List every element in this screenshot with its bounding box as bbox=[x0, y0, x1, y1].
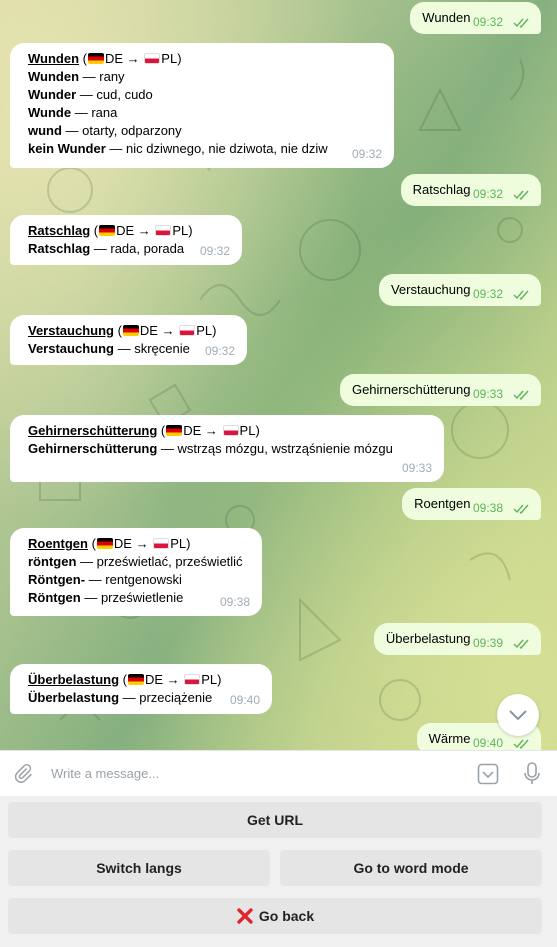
translation-header: Ratschlag (DE → PL) bbox=[28, 223, 193, 238]
translation-line: Wunden — rany bbox=[28, 69, 125, 84]
message-time: 09:32 bbox=[199, 244, 230, 258]
translation-header: Gehirnerschütterung (DE → PL) bbox=[28, 423, 260, 438]
incoming-message[interactable]: Ratschlag (DE → PL) Ratschlag — rada, po… bbox=[10, 215, 242, 265]
outgoing-message[interactable]: Gehirnerschütterung 09:33 bbox=[339, 374, 541, 406]
translation-line: Verstauchung — skręcenie bbox=[28, 341, 190, 356]
message-time: 09:32 bbox=[204, 344, 235, 358]
keyboard-toggle-icon[interactable] bbox=[477, 763, 499, 785]
scroll-to-bottom-button[interactable] bbox=[497, 694, 539, 736]
entry-word[interactable]: Ratschlag bbox=[28, 223, 90, 238]
chevron-down-icon bbox=[509, 710, 527, 721]
red-x-icon bbox=[237, 908, 253, 924]
outgoing-message[interactable]: Roentgen 09:38 bbox=[402, 488, 541, 520]
message-time: 09:38 bbox=[472, 501, 503, 515]
incoming-message[interactable]: Verstauchung (DE → PL) Verstauchung — sk… bbox=[10, 315, 247, 365]
outgoing-message[interactable]: Verstauchung 09:32 bbox=[378, 274, 541, 306]
polish-flag-icon bbox=[155, 225, 172, 236]
entry-word[interactable]: Überbelastung bbox=[28, 672, 119, 687]
translation-line: Wunde — rana bbox=[28, 105, 118, 120]
translation-line: Röntgen — prześwietlenie bbox=[28, 590, 184, 605]
german-flag-icon bbox=[99, 225, 116, 236]
message-text: Überbelastung bbox=[385, 631, 471, 646]
paperclip-icon[interactable] bbox=[12, 763, 34, 785]
switch-langs-button[interactable]: Switch langs bbox=[8, 850, 270, 886]
outgoing-message[interactable]: Überbelastung 09:39 bbox=[373, 623, 541, 655]
incoming-message[interactable]: Überbelastung (DE → PL) Überbelastung — … bbox=[10, 664, 272, 714]
message-text: Roentgen bbox=[414, 496, 471, 511]
german-flag-icon bbox=[127, 674, 144, 685]
translation-line: röntgen — prześwietlać, prześwietlić bbox=[28, 554, 243, 569]
translation-line: Röntgen- — rentgenowski bbox=[28, 572, 182, 587]
message-input[interactable]: Write a message... bbox=[51, 766, 159, 781]
double-check-icon bbox=[513, 390, 529, 400]
double-check-icon bbox=[513, 18, 529, 28]
entry-word[interactable]: Wunden bbox=[28, 51, 79, 66]
german-flag-icon bbox=[96, 538, 113, 549]
microphone-icon[interactable] bbox=[522, 761, 542, 787]
incoming-message[interactable]: Wunden (DE → PL) Wunden — rany Wunder — … bbox=[10, 43, 394, 168]
translation-line: Wunder — cud, cudo bbox=[28, 87, 153, 102]
bot-keyboard: Get URL Switch langs Go to word mode Go … bbox=[0, 796, 557, 947]
outgoing-message[interactable]: Ratschlag 09:32 bbox=[400, 174, 541, 206]
message-time: 09:39 bbox=[472, 636, 503, 650]
message-time: 09:32 bbox=[351, 147, 382, 161]
lang-to: PL bbox=[161, 51, 178, 66]
message-text: Verstauchung bbox=[390, 282, 471, 297]
go-back-button[interactable]: Go back bbox=[8, 898, 542, 934]
translation-line: Gehirnerschütterung — wstrząs mózgu, wst… bbox=[28, 441, 393, 456]
message-text: Wärme bbox=[428, 731, 471, 746]
chat-area[interactable]: Wunden 09:32 Wunden (DE → PL) Wunden — r… bbox=[0, 0, 557, 750]
polish-flag-icon bbox=[179, 325, 196, 336]
translation-header: Roentgen (DE → PL) bbox=[28, 536, 191, 551]
translation-header: Überbelastung (DE → PL) bbox=[28, 672, 222, 687]
translation-line: wund — otarty, odparzony bbox=[28, 123, 182, 138]
translation-line: Überbelastung — przeciążenie bbox=[28, 690, 213, 705]
double-check-icon bbox=[513, 504, 529, 514]
german-flag-icon bbox=[87, 53, 104, 64]
polish-flag-icon bbox=[184, 674, 201, 685]
word-mode-button[interactable]: Go to word mode bbox=[280, 850, 542, 886]
translation-header: Verstauchung (DE → PL) bbox=[28, 323, 217, 338]
translation-line: kein Wunder — nic dziwnego, nie dziwota,… bbox=[28, 141, 328, 156]
message-time: 09:32 bbox=[472, 187, 503, 201]
lang-from: DE bbox=[104, 51, 124, 66]
entry-word[interactable]: Verstauchung bbox=[28, 323, 114, 338]
double-check-icon bbox=[513, 290, 529, 300]
double-check-icon bbox=[513, 190, 529, 200]
incoming-message[interactable]: Gehirnerschütterung (DE → PL) Gehirnersc… bbox=[10, 415, 444, 482]
translation-header: Wunden (DE → PL) bbox=[28, 51, 182, 66]
message-time: 09:40 bbox=[472, 736, 503, 750]
outgoing-message[interactable]: Wunden 09:32 bbox=[410, 2, 541, 34]
message-time: 09:32 bbox=[472, 15, 503, 29]
german-flag-icon bbox=[166, 425, 183, 436]
message-time: 09:40 bbox=[229, 693, 260, 707]
message-text: Ratschlag bbox=[412, 182, 471, 197]
message-time: 09:33 bbox=[401, 461, 432, 475]
message-time: 09:38 bbox=[219, 595, 250, 609]
german-flag-icon bbox=[122, 325, 139, 336]
double-check-icon bbox=[513, 639, 529, 649]
message-time: 09:33 bbox=[472, 387, 503, 401]
get-url-button[interactable]: Get URL bbox=[8, 802, 542, 838]
entry-word[interactable]: Roentgen bbox=[28, 536, 88, 551]
incoming-message[interactable]: Roentgen (DE → PL) röntgen — prześwietla… bbox=[10, 528, 262, 616]
polish-flag-icon bbox=[222, 425, 239, 436]
double-check-icon bbox=[513, 739, 529, 749]
message-time: 09:32 bbox=[472, 287, 503, 301]
polish-flag-icon bbox=[153, 538, 170, 549]
entry-word[interactable]: Gehirnerschütterung bbox=[28, 423, 157, 438]
message-text: Wunden bbox=[422, 10, 471, 25]
message-composer: Write a message... bbox=[0, 750, 557, 796]
polish-flag-icon bbox=[144, 53, 161, 64]
message-text: Gehirnerschütterung bbox=[351, 382, 471, 397]
